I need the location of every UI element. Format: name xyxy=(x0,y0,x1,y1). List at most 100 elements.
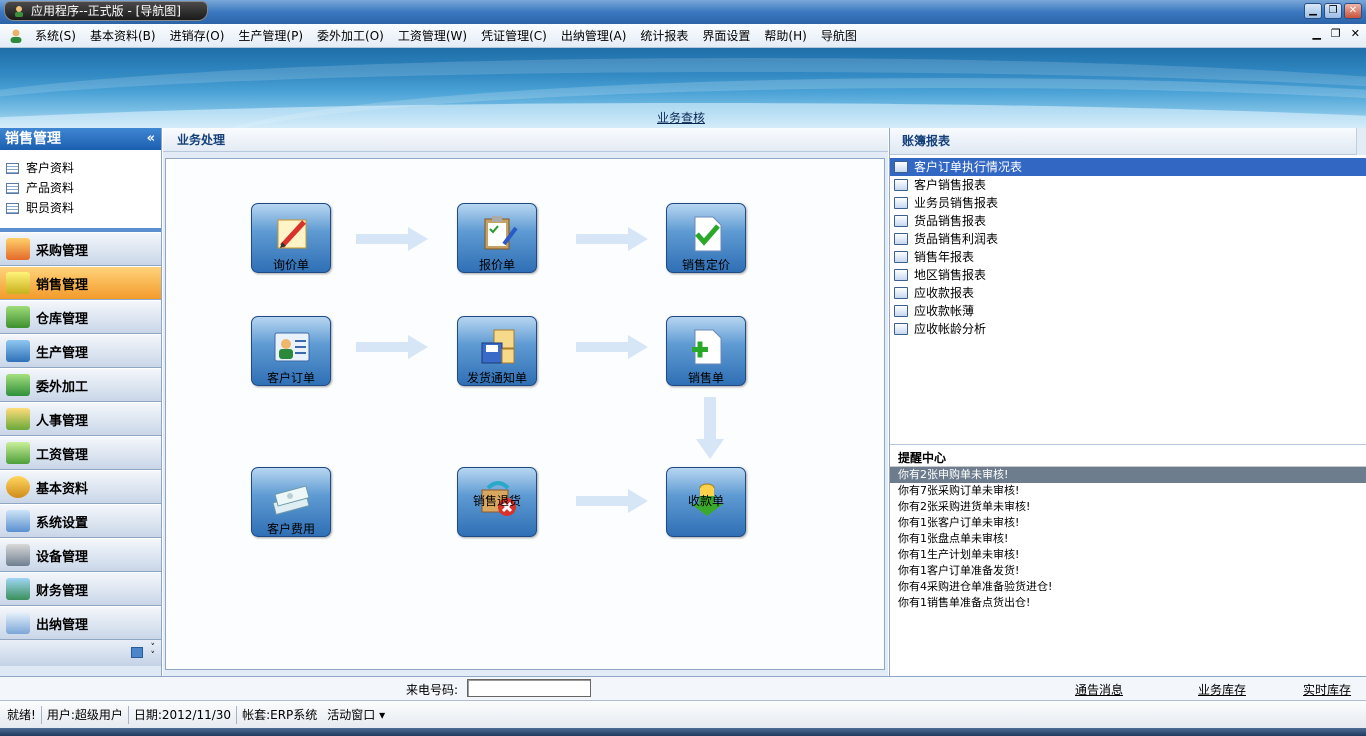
nav-cashier[interactable]: 出纳管理 xyxy=(0,606,161,640)
reminder-item[interactable]: 你有2张采购进货单未审核! xyxy=(890,499,1366,515)
report-item[interactable]: 业务员销售报表 xyxy=(890,194,1366,212)
arrow-right-icon xyxy=(356,227,428,251)
reminder-item[interactable]: 你有2张申购单未审核! xyxy=(890,467,1366,483)
nav-purchase[interactable]: 采购管理 xyxy=(0,232,161,266)
sidebar-header: 销售管理 « xyxy=(0,128,161,150)
mdi-minimize-icon[interactable]: ▁ xyxy=(1312,27,1320,40)
report-icon xyxy=(894,161,908,173)
nav-payroll[interactable]: 工资管理 xyxy=(0,436,161,470)
reports-list: 客户订单执行情况表 客户销售报表 业务员销售报表 货品销售报表 货品销售利润表 … xyxy=(890,155,1366,445)
restore-button[interactable]: ❐ xyxy=(1324,3,1342,19)
receipt-button[interactable]: 收款单 xyxy=(666,467,746,537)
cart-icon xyxy=(6,238,30,260)
inquiry-button[interactable]: 询价单 xyxy=(251,203,331,273)
report-item[interactable]: 货品销售利润表 xyxy=(890,230,1366,248)
report-icon xyxy=(894,197,908,209)
reminder-item[interactable]: 你有1客户订单准备发货! xyxy=(890,563,1366,579)
settings-icon xyxy=(6,510,30,532)
sub-item-staff[interactable]: 职员资料 xyxy=(0,198,161,218)
nav-equipment[interactable]: 设备管理 xyxy=(0,538,161,572)
menu-voucher[interactable]: 凭证管理(C) xyxy=(474,25,554,47)
mdi-close-icon[interactable]: ✕ xyxy=(1351,27,1360,40)
sales-return-button[interactable]: 销售退货 xyxy=(457,467,537,537)
menu-cashier[interactable]: 出纳管理(A) xyxy=(554,25,634,47)
report-icon xyxy=(894,233,908,245)
menu-reports[interactable]: 统计报表 xyxy=(633,25,695,47)
business-check-link[interactable]: 业务查核 xyxy=(657,109,705,126)
window-icon[interactable] xyxy=(131,647,143,658)
menu-interface[interactable]: 界面设置 xyxy=(695,25,757,47)
scrollbar[interactable] xyxy=(1356,128,1366,155)
arrow-down-icon xyxy=(696,397,724,459)
nav-basic-data[interactable]: 基本资料 xyxy=(0,470,161,504)
arrow-right-icon xyxy=(576,335,648,359)
chevron-down-icon: ▾ xyxy=(379,707,386,722)
sidebar: 销售管理 « 客户资料 产品资料 职员资料 采购管理 销售管理 仓库管理 生产管… xyxy=(0,128,162,676)
reminder-list: 你有2张申购单未审核! 你有7张采购订单未审核! 你有2张采购进货单未审核! 你… xyxy=(890,467,1366,611)
notice-link[interactable]: 通告消息 xyxy=(1075,681,1123,698)
report-item[interactable]: 销售年报表 xyxy=(890,248,1366,266)
quote-button[interactable]: 报价单 xyxy=(457,203,537,273)
delivery-notice-button[interactable]: 发货通知单 xyxy=(457,316,537,386)
menu-payroll[interactable]: 工资管理(W) xyxy=(391,25,474,47)
status-bar: 就绪! 用户:超级用户 日期:2012/11/30 帐套:ERP系统 活动窗口 … xyxy=(0,700,1366,728)
menu-production[interactable]: 生产管理(P) xyxy=(231,25,310,47)
report-item[interactable]: 应收款报表 xyxy=(890,284,1366,302)
reminder-item[interactable]: 你有1销售单准备点货出仓! xyxy=(890,595,1366,611)
menu-system[interactable]: 系统(S) xyxy=(28,25,83,47)
report-item[interactable]: 应收款帐薄 xyxy=(890,302,1366,320)
nav-system-settings[interactable]: 系统设置 xyxy=(0,504,161,538)
sub-item-customers[interactable]: 客户资料 xyxy=(0,158,161,178)
menu-inventory[interactable]: 进销存(O) xyxy=(163,25,232,47)
chevron-down-icon[interactable]: ˅ ˅ xyxy=(151,644,156,661)
report-item[interactable]: 客户订单执行情况表 xyxy=(890,158,1366,176)
caller-number-label: 来电号码: xyxy=(406,683,459,697)
main-panel: 业务处理 询价单 报价单 销售定价 客户订单 发货通知单 销售单 客户费用 销售… xyxy=(163,128,888,676)
close-button[interactable]: ✕ xyxy=(1344,3,1362,19)
customer-expense-button[interactable]: 客户费用 xyxy=(251,467,331,537)
nav-outsourcing[interactable]: 委外加工 xyxy=(0,368,161,402)
os-taskbar xyxy=(0,728,1366,736)
nav-warehouse[interactable]: 仓库管理 xyxy=(0,300,161,334)
grid-icon xyxy=(6,162,19,174)
pricing-button[interactable]: 销售定价 xyxy=(666,203,746,273)
nav-sales[interactable]: 销售管理 xyxy=(0,266,161,300)
report-item[interactable]: 客户销售报表 xyxy=(890,176,1366,194)
minimize-button[interactable]: ▁ xyxy=(1304,3,1322,19)
menu-basic-data[interactable]: 基本资料(B) xyxy=(83,25,163,47)
nav-finance[interactable]: 财务管理 xyxy=(0,572,161,606)
report-icon xyxy=(894,269,908,281)
reminder-item[interactable]: 你有7张采购订单未审核! xyxy=(890,483,1366,499)
status-date: 日期:2012/11/30 xyxy=(129,705,238,724)
report-item[interactable]: 地区销售报表 xyxy=(890,266,1366,284)
reminder-item[interactable]: 你有1张客户订单未审核! xyxy=(890,515,1366,531)
active-window-dropdown[interactable]: 活动窗口 ▾ xyxy=(322,706,390,724)
sidebar-sub-list: 客户资料 产品资料 职员资料 xyxy=(0,150,161,232)
menu-outsourcing[interactable]: 委外加工(O) xyxy=(310,25,391,47)
reminder-item[interactable]: 你有1张盘点单未审核! xyxy=(890,531,1366,547)
nav-hr[interactable]: 人事管理 xyxy=(0,402,161,436)
reminder-item[interactable]: 你有1生产计划单未审核! xyxy=(890,547,1366,563)
menu-help[interactable]: 帮助(H) xyxy=(757,25,813,47)
reminder-item[interactable]: 你有4采购进仓单准备验货进仓! xyxy=(890,579,1366,595)
gear-icon xyxy=(6,476,30,498)
status-account: 帐套:ERP系统 xyxy=(242,707,318,722)
money-stack-icon xyxy=(272,485,310,516)
reports-title: 账簿报表 xyxy=(890,128,1366,155)
sidebar-title: 销售管理 xyxy=(5,131,61,147)
sales-order-button[interactable]: 销售单 xyxy=(666,316,746,386)
collapse-icon[interactable]: « xyxy=(147,128,155,150)
report-icon xyxy=(894,323,908,335)
report-item[interactable]: 应收帐龄分析 xyxy=(890,320,1366,338)
realtime-stock-link[interactable]: 实时库存 xyxy=(1303,681,1351,698)
pencil-paper-icon xyxy=(277,219,307,249)
mdi-restore-icon[interactable]: ❐ xyxy=(1331,27,1341,40)
clipboard-icon xyxy=(484,216,518,250)
menu-navigation[interactable]: 导航图 xyxy=(814,25,864,47)
report-item[interactable]: 货品销售报表 xyxy=(890,212,1366,230)
sub-item-products[interactable]: 产品资料 xyxy=(0,178,161,198)
business-stock-link[interactable]: 业务库存 xyxy=(1198,681,1246,698)
customer-order-button[interactable]: 客户订单 xyxy=(251,316,331,386)
nav-production[interactable]: 生产管理 xyxy=(0,334,161,368)
caller-number-input[interactable] xyxy=(467,679,591,697)
